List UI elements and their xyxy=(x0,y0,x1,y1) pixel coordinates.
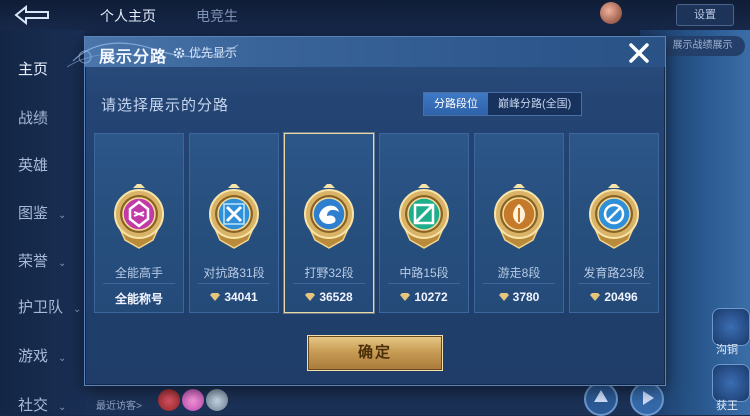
diamond-icon xyxy=(210,293,221,301)
lane-display-dialog: 展示分路 优先显示 请选择展示的分路 分路段位 巅峰分路(全国) 全能高手全能称… xyxy=(66,36,666,386)
lane-score: 全能称号 xyxy=(95,290,183,307)
sidebar: 主页 战绩 英雄 图鉴 ⌄ 荣誉 ⌄ 护卫队 ⌄ 游戏 ⌄ 社交 ⌄ xyxy=(0,30,85,415)
divider xyxy=(198,283,270,284)
clash-lane-emblem-icon xyxy=(209,184,259,249)
corner-label: 沟铜 xyxy=(716,344,738,356)
lane-card[interactable]: 对抗路31段 34041 xyxy=(189,133,279,313)
lane-score: 34041 xyxy=(190,290,278,304)
priority-display-toggle[interactable]: 优先显示 xyxy=(173,44,237,61)
close-icon[interactable] xyxy=(625,39,653,67)
chevron-down-icon: ⌄ xyxy=(58,210,67,221)
lane-score: 10272 xyxy=(380,290,468,304)
diamond-icon xyxy=(498,293,509,301)
priority-label: 优先显示 xyxy=(189,46,238,60)
recent-visitors-link[interactable]: 最近访客> xyxy=(96,397,142,412)
upgrade-button[interactable] xyxy=(584,382,618,416)
tab-peak-lane[interactable]: 巅峰分路(全国) xyxy=(488,93,581,115)
diamond-icon xyxy=(590,293,601,301)
top-bar: 个人主页 电竞生 设置 xyxy=(0,0,750,30)
avatar[interactable] xyxy=(206,389,228,411)
sidebar-item-social[interactable]: 社交 ⌄ xyxy=(18,394,66,415)
dialog-subtitle: 请选择展示的分路 xyxy=(101,97,230,114)
lane-card[interactable]: 中路15段 10272 xyxy=(379,133,469,313)
tab-profile[interactable]: 个人主页 xyxy=(100,6,156,26)
diamond-icon xyxy=(400,293,411,301)
lane-score-value: 36528 xyxy=(319,290,353,304)
lane-score-value: 20496 xyxy=(604,290,638,304)
lane-score-value: 3780 xyxy=(512,290,540,304)
diamond-icon xyxy=(305,293,316,301)
avatar[interactable] xyxy=(600,2,622,24)
farm-lane-emblem-icon xyxy=(589,184,639,249)
mid-lane-emblem-icon xyxy=(399,184,449,249)
lane-score: 36528 xyxy=(285,290,373,304)
all-round-emblem-icon xyxy=(114,184,164,249)
lane-name: 对抗路31段 xyxy=(203,266,265,280)
dialog-title: 展示分路 xyxy=(99,49,168,66)
divider xyxy=(103,283,175,284)
divider xyxy=(578,283,650,284)
avatar[interactable] xyxy=(182,389,204,411)
back-icon[interactable] xyxy=(10,4,54,26)
play-button[interactable] xyxy=(630,382,664,416)
lane-score-value: 10272 xyxy=(414,290,448,304)
lane-name: 游走8段 xyxy=(497,266,541,280)
dialog-header: 展示分路 优先显示 xyxy=(66,37,665,68)
lane-card[interactable]: 全能高手 全能称号 xyxy=(94,133,184,313)
divider xyxy=(388,283,460,284)
sidebar-item-heroes[interactable]: 英雄 xyxy=(18,154,48,175)
sidebar-item-honor[interactable]: 荣誉 ⌄ xyxy=(18,250,66,271)
confirm-button[interactable]: 确定 xyxy=(307,335,443,371)
divider xyxy=(483,283,555,284)
sidebar-item-records[interactable]: 战绩 xyxy=(18,107,48,128)
sidebar-item-games[interactable]: 游戏 ⌄ xyxy=(18,345,66,366)
corner-label: 获王 xyxy=(716,400,738,412)
lane-name: 打野32段 xyxy=(304,266,354,280)
record-display-pill[interactable]: 展示战绩展示 xyxy=(660,36,745,56)
sidebar-item-codex[interactable]: 图鉴 ⌄ xyxy=(18,202,66,223)
gear-icon xyxy=(173,47,185,59)
lane-card[interactable]: 打野32段 36528 xyxy=(284,133,374,313)
sidebar-item-home[interactable]: 主页 xyxy=(18,58,48,79)
sidebar-item-guard[interactable]: 护卫队 ⌄ xyxy=(18,296,81,317)
lane-name: 全能高手 xyxy=(114,266,163,280)
lane-score-value: 全能称号 xyxy=(114,292,163,306)
chevron-down-icon: ⌄ xyxy=(58,353,67,364)
chevron-down-icon: ⌄ xyxy=(58,258,67,269)
tab-esports[interactable]: 电竞生 xyxy=(196,6,238,26)
jungle-emblem-icon xyxy=(304,184,354,249)
chevron-down-icon: ⌄ xyxy=(73,304,82,315)
lane-name: 发育路23段 xyxy=(583,266,645,280)
lane-name: 中路15段 xyxy=(399,266,449,280)
lane-score: 20496 xyxy=(570,290,658,304)
lane-score-value: 34041 xyxy=(224,290,258,304)
lane-score: 3780 xyxy=(475,290,563,304)
divider xyxy=(293,283,365,284)
roam-emblem-icon xyxy=(494,184,544,249)
lane-card[interactable]: 发育路23段 20496 xyxy=(569,133,659,313)
lane-card[interactable]: 游走8段 3780 xyxy=(474,133,564,313)
tab-switch: 分路段位 巅峰分路(全国) xyxy=(423,92,583,116)
avatar[interactable] xyxy=(158,389,180,411)
chevron-down-icon: ⌄ xyxy=(58,402,67,413)
tab-lane-rank[interactable]: 分路段位 xyxy=(424,93,488,115)
settings-button[interactable]: 设置 xyxy=(676,4,734,26)
